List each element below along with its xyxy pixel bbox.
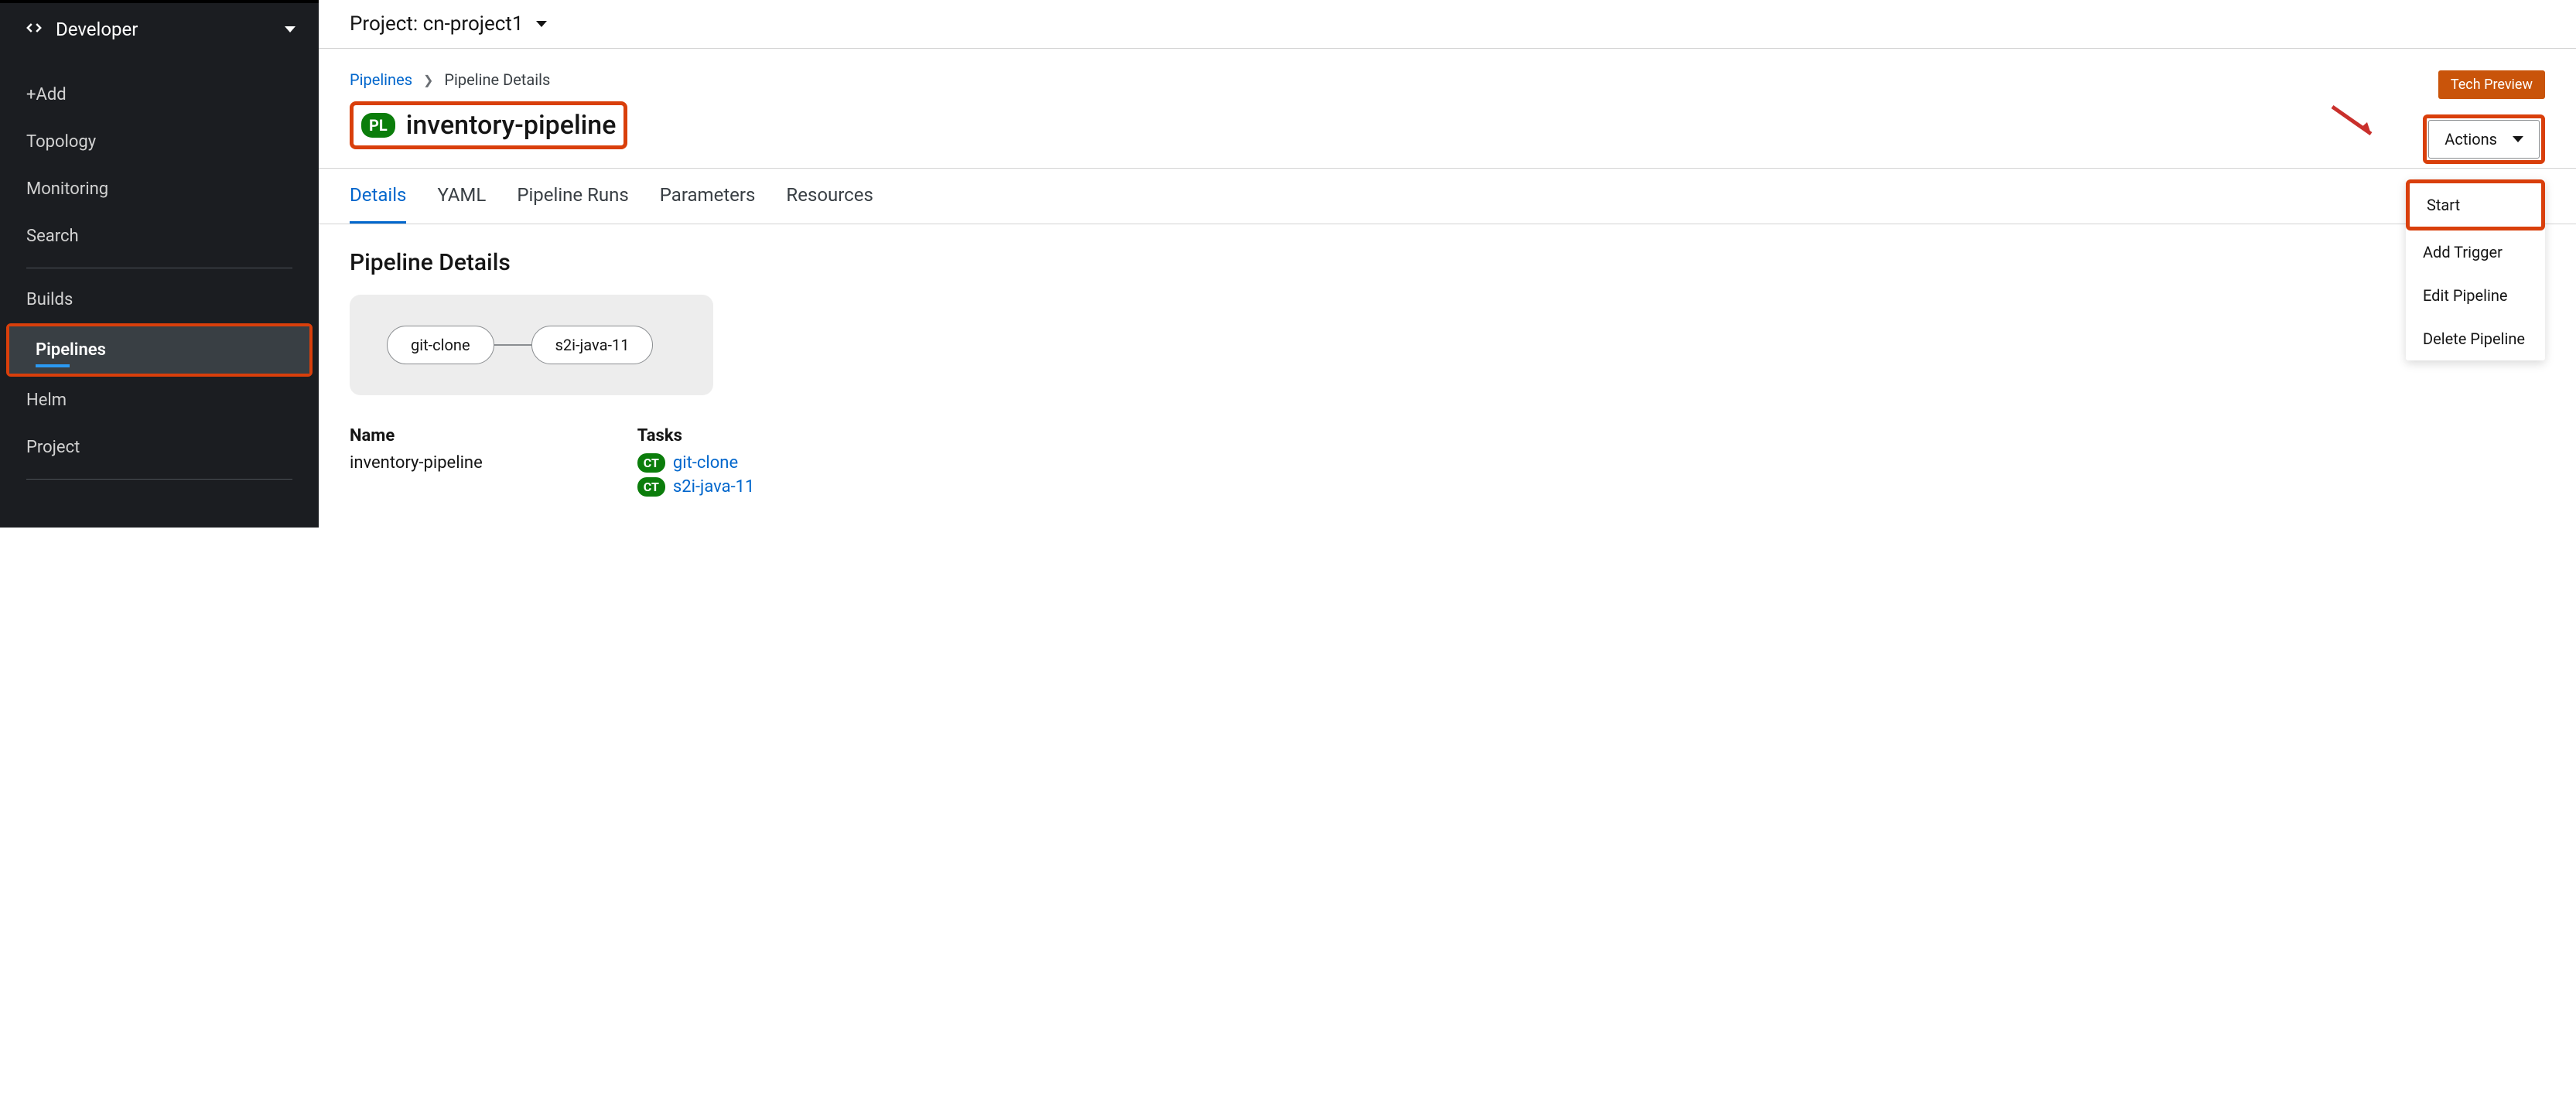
tab-yaml[interactable]: YAML <box>437 169 486 224</box>
tab-details[interactable]: Details <box>350 169 406 224</box>
pipeline-badge: PL <box>361 113 395 138</box>
pipeline-title: inventory-pipeline <box>406 110 617 141</box>
menu-item-delete-pipeline[interactable]: Delete Pipeline <box>2406 317 2545 360</box>
sidebar-item-project[interactable]: Project <box>0 424 319 471</box>
detail-label-tasks: Tasks <box>637 426 755 446</box>
sidebar-item-monitoring[interactable]: Monitoring <box>0 166 319 213</box>
code-icon <box>23 17 45 42</box>
task-connector <box>494 344 531 346</box>
project-selector[interactable]: Project: cn-project1 <box>319 0 2576 49</box>
main-content: Project: cn-project1 Pipelines ❯ Pipelin… <box>319 0 2576 528</box>
perspective-switcher[interactable]: Developer <box>0 3 319 56</box>
caret-down-icon <box>285 26 296 32</box>
tabs: Details YAML Pipeline Runs Parameters Re… <box>319 168 2576 224</box>
caret-down-icon <box>536 21 547 27</box>
detail-value-name: inventory-pipeline <box>350 453 483 473</box>
breadcrumb: Pipelines ❯ Pipeline Details <box>350 70 627 89</box>
clustertask-badge: CT <box>637 477 665 497</box>
actions-dropdown-button[interactable]: Actions <box>2428 120 2540 159</box>
annotation-arrow <box>2328 103 2383 152</box>
task-link-git-clone[interactable]: git-clone <box>673 453 738 473</box>
sidebar-item-search[interactable]: Search <box>0 213 319 260</box>
caret-down-icon <box>2513 136 2523 142</box>
menu-item-edit-pipeline[interactable]: Edit Pipeline <box>2406 274 2545 317</box>
chevron-right-icon: ❯ <box>423 73 433 87</box>
project-label: Project: cn-project1 <box>350 12 524 36</box>
actions-label: Actions <box>2444 130 2497 149</box>
sidebar-item-builds[interactable]: Builds <box>0 276 319 323</box>
annotation-highlight-pipelines: Pipelines <box>6 323 313 377</box>
sidebar: Developer +Add Topology Monitoring Searc… <box>0 0 319 528</box>
breadcrumb-root[interactable]: Pipelines <box>350 70 412 89</box>
tech-preview-badge: Tech Preview <box>2438 70 2545 99</box>
menu-item-add-trigger[interactable]: Add Trigger <box>2406 230 2545 274</box>
section-title: Pipeline Details <box>350 249 2545 276</box>
sidebar-item-helm[interactable]: Helm <box>0 377 319 424</box>
tab-resources[interactable]: Resources <box>786 169 873 224</box>
pipeline-visualization: git-clone s2i-java-11 <box>350 295 713 395</box>
task-link-s2i-java[interactable]: s2i-java-11 <box>673 477 755 497</box>
nav-divider <box>26 479 292 480</box>
task-node-s2i-java[interactable]: s2i-java-11 <box>531 326 654 364</box>
sidebar-item-topology[interactable]: Topology <box>0 118 319 166</box>
task-node-git-clone[interactable]: git-clone <box>387 326 494 364</box>
sidebar-item-add[interactable]: +Add <box>0 71 319 118</box>
sidebar-item-pipelines[interactable]: Pipelines <box>9 326 309 374</box>
clustertask-badge: CT <box>637 453 665 473</box>
annotation-highlight-start: Start <box>2406 179 2545 230</box>
annotation-highlight-title: PL inventory-pipeline <box>350 101 627 149</box>
actions-menu: Start Add Trigger Edit Pipeline Delete P… <box>2406 179 2545 360</box>
breadcrumb-current: Pipeline Details <box>444 70 550 89</box>
perspective-title: Developer <box>56 19 138 40</box>
annotation-highlight-actions: Actions <box>2423 114 2545 164</box>
tab-parameters[interactable]: Parameters <box>660 169 756 224</box>
detail-label-name: Name <box>350 426 483 446</box>
tab-pipeline-runs[interactable]: Pipeline Runs <box>517 169 628 224</box>
menu-item-start[interactable]: Start <box>2410 183 2541 227</box>
